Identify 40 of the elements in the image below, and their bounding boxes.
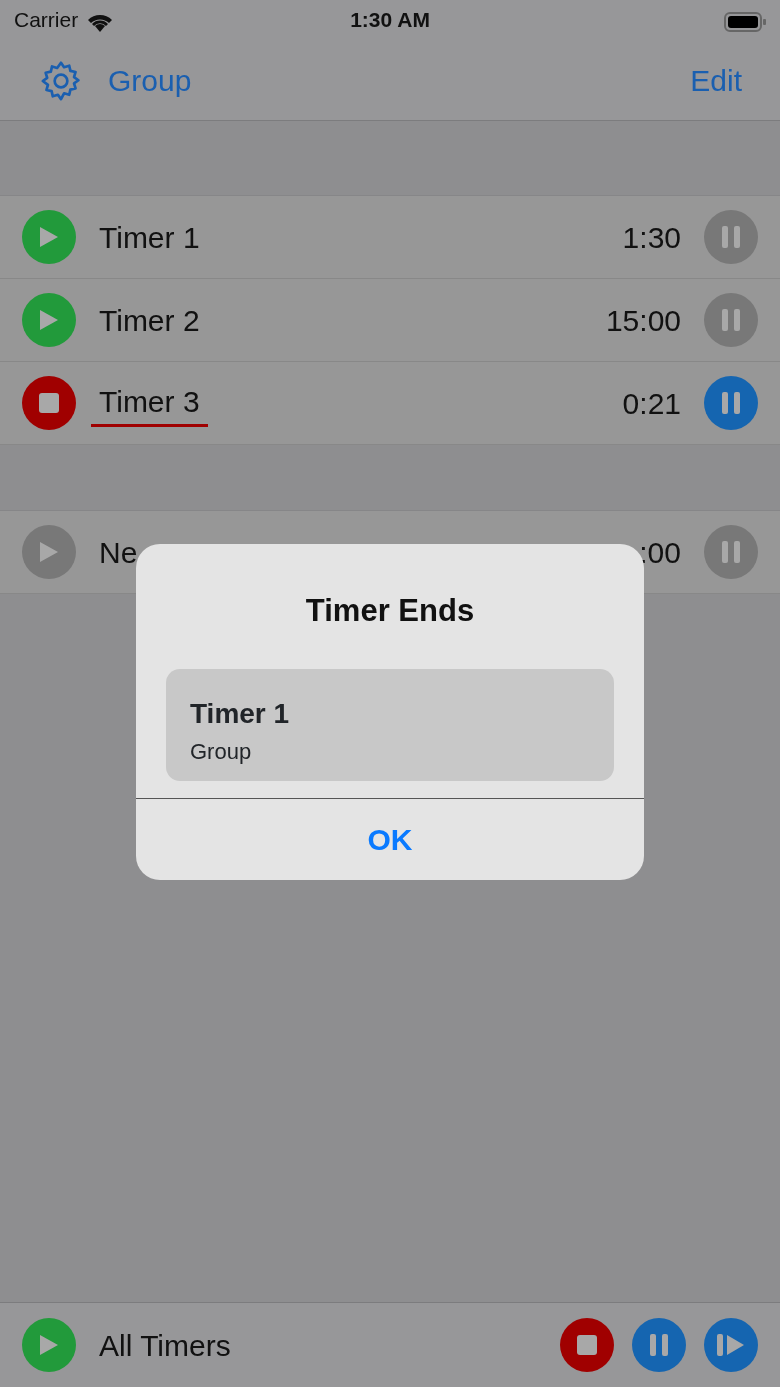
timer-name: Ne bbox=[99, 534, 138, 571]
start-button[interactable] bbox=[22, 210, 76, 264]
pause-button[interactable] bbox=[704, 376, 758, 430]
carrier-label: Carrier bbox=[14, 7, 79, 34]
stop-button[interactable] bbox=[22, 376, 76, 430]
stop-icon bbox=[577, 1335, 597, 1355]
dialog-title: Timer Ends bbox=[305, 592, 475, 630]
timer-time: :00 bbox=[639, 534, 681, 571]
card-title: Timer 1 bbox=[190, 696, 290, 731]
pause-icon bbox=[650, 1334, 668, 1356]
ok-button[interactable]: OK bbox=[136, 798, 644, 880]
pause-button[interactable] bbox=[704, 210, 758, 264]
clock: 1:30 AM bbox=[350, 7, 430, 34]
pause-icon bbox=[722, 541, 740, 563]
pause-icon bbox=[722, 392, 740, 414]
stop-all-button[interactable] bbox=[560, 1318, 614, 1372]
play-icon bbox=[39, 309, 59, 331]
card-subtitle: Group bbox=[190, 737, 252, 766]
stop-icon bbox=[39, 393, 59, 413]
toolbar-label: All Timers bbox=[99, 1327, 231, 1364]
play-icon bbox=[39, 226, 59, 248]
edit-button[interactable]: Edit bbox=[690, 57, 742, 103]
pause-icon bbox=[722, 309, 740, 331]
start-button[interactable] bbox=[22, 293, 76, 347]
timer-time: 1:30 bbox=[622, 219, 681, 256]
timer-time: 0:21 bbox=[622, 385, 681, 422]
pause-all-button[interactable] bbox=[632, 1318, 686, 1372]
timer-name: Timer 3 bbox=[91, 379, 208, 427]
timer-time: 15:00 bbox=[605, 302, 681, 339]
group-link[interactable]: Group bbox=[108, 57, 192, 103]
play-icon bbox=[39, 541, 59, 563]
timer-name: Timer 1 bbox=[99, 219, 200, 256]
start-all-button[interactable] bbox=[22, 1318, 76, 1372]
pause-button[interactable] bbox=[704, 293, 758, 347]
pause-icon bbox=[722, 226, 740, 248]
resume-all-button[interactable] bbox=[704, 1318, 758, 1372]
timer-name: Timer 2 bbox=[99, 302, 200, 339]
battery-icon bbox=[724, 11, 766, 32]
play-icon bbox=[39, 1334, 59, 1356]
resume-icon bbox=[717, 1334, 745, 1356]
